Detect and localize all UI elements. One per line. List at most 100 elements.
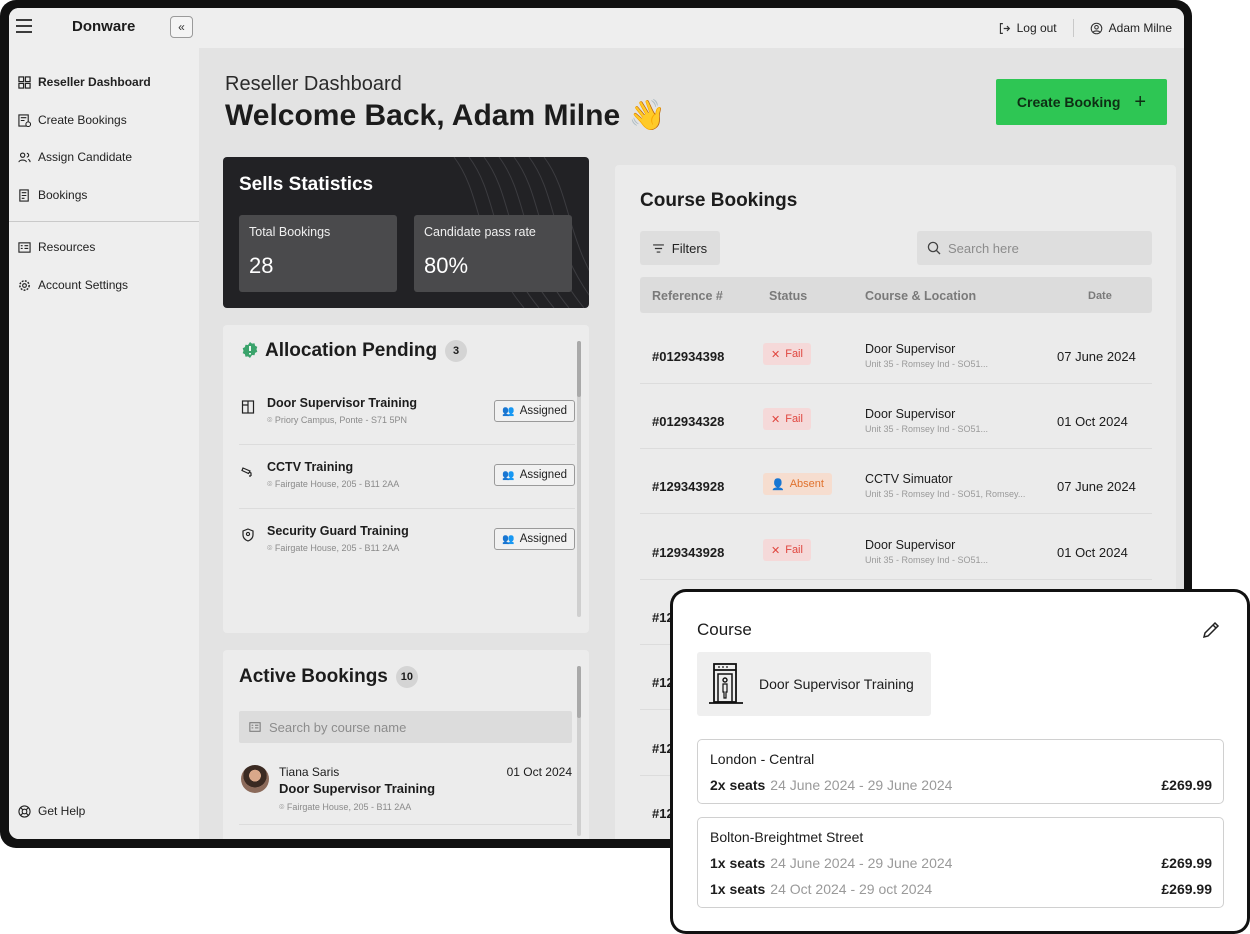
sidebar-item-label: Create Bookings	[38, 113, 127, 127]
get-help-link[interactable]: Get Help	[18, 801, 85, 821]
date-cell: 07 June 2024	[1057, 349, 1136, 364]
column-header-reference: Reference #	[652, 289, 723, 303]
help-lifebuoy-icon	[18, 804, 31, 818]
pencil-edit-icon[interactable]	[1201, 620, 1221, 640]
top-right-actions: Log out Adam Milne	[998, 16, 1172, 40]
selected-course-chip[interactable]: Door Supervisor Training	[697, 652, 931, 716]
seat-row[interactable]: 1x seats 24 June 2024 - 29 June 2024 £269…	[710, 855, 1212, 873]
table-row[interactable]: #129343928 👤 Absent CCTV Simuator Unit 35…	[640, 455, 1152, 520]
allocation-course-title: Security Guard Training	[267, 524, 409, 538]
logout-icon	[999, 22, 1010, 34]
allocation-course-title: Door Supervisor Training	[267, 396, 418, 410]
divider	[640, 513, 1152, 514]
seat-count: 1x seats	[710, 855, 766, 871]
column-header-date: Date	[1088, 290, 1112, 302]
door-icon	[241, 400, 255, 414]
total-bookings-label: Total Bookings	[249, 225, 331, 239]
list-item[interactable]: Tiana Saris Door Supervisor Training ⌾ F…	[239, 761, 572, 825]
filter-lines-icon	[652, 243, 664, 253]
course-bookings-title: Course Bookings	[640, 190, 798, 211]
divider	[239, 824, 572, 825]
course-cell: Door Supervisor	[865, 407, 956, 421]
candidate-name: Tiana Saris	[279, 765, 340, 779]
sidebar-item-resources[interactable]: Resources	[18, 237, 95, 257]
create-booking-label: Create Booking	[1016, 94, 1121, 110]
bookings-search-placeholder: Search here	[948, 240, 1019, 256]
assigned-button[interactable]: 👥 Assigned	[494, 400, 575, 422]
table-row[interactable]: #012934398 ✕ Fail Door Supervisor Unit 35…	[640, 325, 1152, 390]
plus-icon: +	[1134, 90, 1147, 113]
list-item[interactable]: Security Guard Training ⌾ Fairgate House…	[239, 524, 575, 580]
x-icon: ✕	[771, 544, 781, 557]
active-scroll-thumb[interactable]	[577, 666, 581, 718]
course-search-input[interactable]: Search by course name	[239, 711, 572, 743]
divider	[239, 444, 575, 445]
list-item[interactable]: CCTV Training ⌾ Fairgate House, 205 - B1…	[239, 460, 575, 516]
sidebar-item-label: Reseller Dashboard	[38, 75, 151, 89]
sidebar-item-bookings[interactable]: Bookings	[18, 185, 87, 205]
location-option-london[interactable]: London - Central 2x seats 24 June 2024 - …	[697, 739, 1224, 804]
reference-cell: #012934398	[652, 349, 725, 364]
divider	[640, 383, 1152, 384]
table-row[interactable]: #012934328 ✕ Fail Door Supervisor Unit 35…	[640, 390, 1152, 455]
seat-price: £269.99	[1161, 855, 1212, 871]
sidebar-item-account-settings[interactable]: Account Settings	[18, 275, 128, 295]
allocation-location: ⌾ Fairgate House, 205 - B11 2AA	[267, 543, 400, 553]
seat-count: 1x seats	[710, 881, 766, 897]
hamburger-menu-icon[interactable]	[15, 19, 33, 33]
allocation-scroll-thumb[interactable]	[577, 341, 581, 397]
allocation-location: ⌾ Fairgate House, 205 - B11 2AA	[267, 479, 400, 489]
location-pin-icon: ⌾	[267, 415, 275, 425]
sidebar-item-assign-candidate[interactable]: Assign Candidate	[18, 147, 132, 167]
sidebar-item-label: Account Settings	[38, 278, 129, 292]
collapse-sidebar-button[interactable]: «	[170, 16, 193, 38]
date-cell: 07 June 2024	[1057, 479, 1136, 494]
course-card-title: Course	[697, 620, 752, 639]
table-row[interactable]: #129343928 ✕ Fail Door Supervisor Unit 35…	[640, 521, 1152, 586]
allocation-count-badge: 3	[445, 340, 468, 362]
filters-button[interactable]: Filters	[640, 231, 720, 265]
course-cell: Door Supervisor	[865, 342, 956, 356]
assigned-button[interactable]: 👥 Assigned	[494, 528, 575, 550]
double-chevron-left-icon: «	[178, 20, 185, 34]
user-name: Adam Milne	[1108, 21, 1172, 35]
candidate-location: ⌾ Fairgate House, 205 - B11 2AA	[279, 802, 412, 812]
sidebar-item-reseller-dashboard[interactable]: Reseller Dashboard	[18, 72, 151, 92]
reference-cell: #012934328	[652, 414, 725, 429]
column-header-status: Status	[769, 289, 808, 303]
user-group-icon: 👥	[502, 469, 515, 481]
alert-badge-icon	[242, 342, 258, 359]
seat-dates: 24 June 2024 - 29 June 2024	[770, 777, 953, 793]
location-name: London - Central	[710, 751, 815, 767]
location-pin-icon: ⌾	[279, 802, 287, 812]
sidebar: Donware « Reseller Dashboard Create Book…	[9, 8, 199, 839]
location-option-bolton[interactable]: Bolton-Breightmet Street 1x seats 24 June…	[697, 817, 1224, 908]
list-item[interactable]: Door Supervisor Training ⌾ Priory Campus…	[239, 396, 575, 452]
user-minus-icon: 👤	[771, 478, 785, 491]
list-icon	[249, 722, 261, 732]
course-cell: CCTV Simuator	[865, 472, 953, 486]
create-booking-button[interactable]: Create Booking +	[996, 79, 1167, 125]
page-title: Welcome Back, Adam Milne 👋	[225, 99, 666, 132]
pass-rate-label: Candidate pass rate	[424, 225, 536, 239]
seat-row[interactable]: 1x seats 24 Oct 2024 - 29 oct 2024 £269.9…	[710, 881, 1212, 899]
bookings-search-input[interactable]: Search here	[917, 231, 1152, 265]
sidebar-item-create-bookings[interactable]: Create Bookings	[18, 110, 127, 130]
user-menu[interactable]: Adam Milne	[1090, 21, 1172, 35]
active-title-row: Active Bookings 10	[239, 666, 418, 688]
total-bookings-value: 28	[249, 253, 274, 278]
sidebar-divider	[9, 221, 199, 222]
assigned-button[interactable]: 👥 Assigned	[494, 464, 575, 486]
x-icon: ✕	[771, 348, 781, 361]
logout-label: Log out	[1016, 21, 1057, 35]
sidebar-item-label: Assign Candidate	[38, 150, 133, 164]
security-door-icon	[709, 663, 743, 704]
reference-cell: #129343928	[652, 479, 725, 494]
list-plus-icon	[18, 113, 31, 127]
logout-button[interactable]: Log out	[998, 21, 1057, 35]
user-group-icon: 👥	[502, 405, 515, 417]
pass-rate-value: 80%	[424, 253, 469, 278]
seat-row[interactable]: 2x seats 24 June 2024 - 29 June 2024 £269…	[710, 777, 1212, 795]
allocation-title: Allocation Pending	[265, 340, 438, 362]
page-subtitle: Reseller Dashboard	[225, 73, 402, 95]
